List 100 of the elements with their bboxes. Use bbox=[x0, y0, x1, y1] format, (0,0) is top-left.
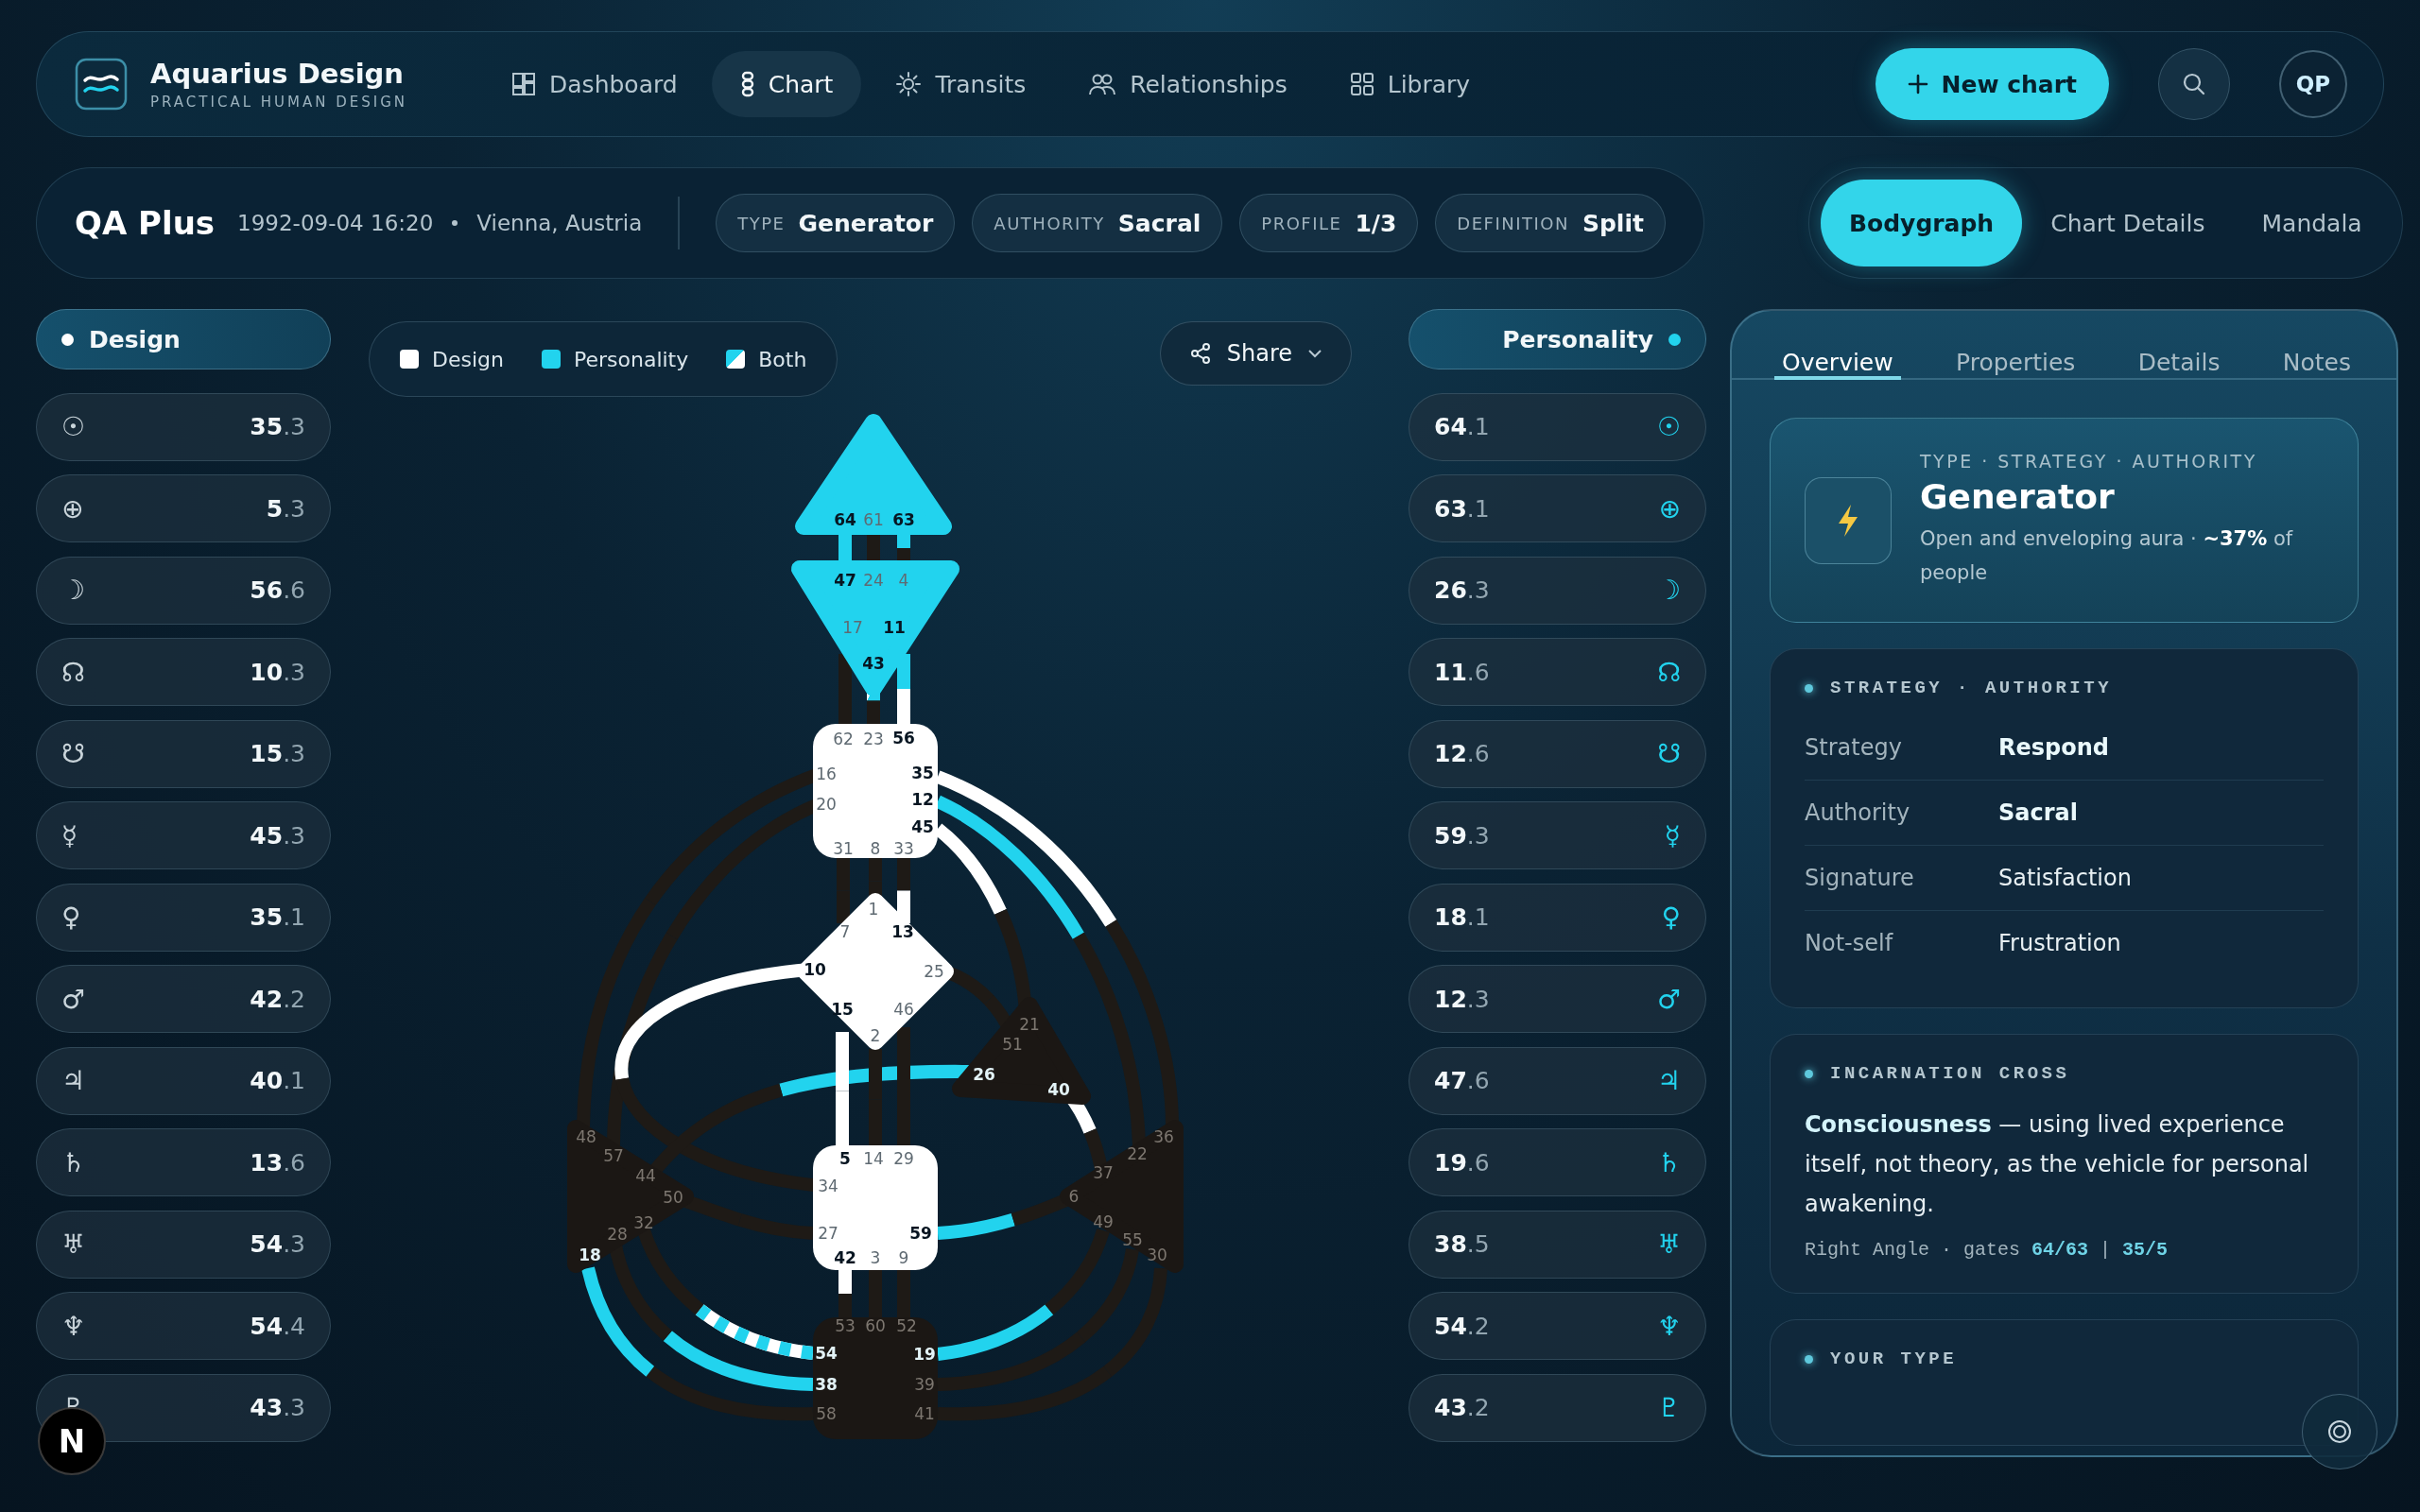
avatar-button[interactable]: QP bbox=[2279, 50, 2347, 118]
gate-number: 52 bbox=[896, 1316, 917, 1335]
legend-label: Both bbox=[758, 347, 807, 371]
gate-number: 19 bbox=[913, 1345, 936, 1364]
gate-number: 12 bbox=[911, 790, 934, 809]
share-button[interactable]: Share bbox=[1159, 321, 1352, 386]
gate-line-value: 63.1 bbox=[1434, 494, 1490, 523]
gate-number: 55 bbox=[1122, 1230, 1143, 1249]
legend-label: Personality bbox=[573, 347, 689, 371]
dashboard-icon bbox=[511, 72, 537, 96]
gate-number: 63 bbox=[892, 510, 915, 529]
column-title: Personality bbox=[1502, 325, 1653, 353]
gate-number: 57 bbox=[603, 1146, 624, 1165]
view-tab[interactable]: Chart Details bbox=[2022, 180, 2234, 266]
gate-line-value: 10.3 bbox=[250, 658, 305, 686]
chart-name: QA Plus bbox=[75, 204, 216, 242]
planet-symbol: ♄ bbox=[61, 1146, 86, 1178]
planet-symbol: ☋ bbox=[1657, 738, 1681, 769]
gate-number: 64 bbox=[834, 510, 856, 529]
card-heading: YOUR TYPE bbox=[1830, 1349, 1958, 1369]
gate-line-value: 35.3 bbox=[250, 413, 305, 440]
chip-value: 1/3 bbox=[1355, 209, 1397, 237]
chip-key: AUTHORITY bbox=[994, 213, 1105, 233]
property-label: Not-self bbox=[1805, 930, 1894, 956]
gate-line-value: 54.2 bbox=[1434, 1312, 1490, 1340]
dot-icon bbox=[61, 333, 74, 346]
swatch-icon bbox=[400, 350, 419, 369]
planet-symbol: ⊕ bbox=[61, 492, 84, 524]
panel-tab[interactable]: Properties bbox=[1948, 311, 2083, 380]
gate-number: 11 bbox=[883, 618, 906, 637]
chip-value: Generator bbox=[798, 209, 934, 237]
gate-line-value: 40.1 bbox=[250, 1067, 305, 1094]
property-label: Strategy bbox=[1805, 734, 1903, 761]
planet-symbol: ☽ bbox=[61, 575, 86, 606]
gate-number: 16 bbox=[816, 765, 837, 783]
type-eyebrow: TYPE · STRATEGY · AUTHORITY bbox=[1920, 451, 2258, 472]
gate-line-value: 56.6 bbox=[250, 576, 305, 604]
nav-tab[interactable]: Transits bbox=[867, 51, 1055, 117]
property-value: Satisfaction bbox=[1998, 865, 2132, 891]
gate-number: 20 bbox=[816, 795, 837, 814]
gate-line-value: 47.6 bbox=[1434, 1067, 1490, 1094]
planet-symbol: ♇ bbox=[1656, 1392, 1681, 1423]
gate-number: 6 bbox=[1068, 1187, 1080, 1206]
gate-number: 34 bbox=[818, 1177, 838, 1195]
gate-number: 41 bbox=[914, 1404, 935, 1423]
column-title: Design bbox=[89, 325, 181, 353]
planet-symbol: ☋ bbox=[61, 738, 85, 769]
planet-symbol: ☽ bbox=[1656, 575, 1681, 606]
gate-line-value: 43.3 bbox=[250, 1394, 305, 1421]
nav-tab[interactable]: Relationships bbox=[1060, 51, 1316, 117]
chip-value: Sacral bbox=[1117, 209, 1201, 237]
gate-number: 22 bbox=[1127, 1144, 1148, 1163]
gate-line-value: 11.6 bbox=[1434, 658, 1490, 686]
nav-tab[interactable]: Dashboard bbox=[483, 51, 706, 117]
gate-line-value: 38.5 bbox=[1434, 1230, 1490, 1258]
view-tab[interactable]: Mandala bbox=[2233, 180, 2391, 266]
gate-number: 18 bbox=[579, 1246, 601, 1264]
gate-number: 44 bbox=[635, 1166, 656, 1185]
property-value: Frustration bbox=[1998, 930, 2121, 956]
panel-tab[interactable]: Notes bbox=[2274, 311, 2359, 380]
gate-number: 14 bbox=[863, 1149, 884, 1168]
panel-tab[interactable]: Overview bbox=[1774, 311, 1901, 380]
gate-number: 37 bbox=[1093, 1163, 1114, 1182]
type-description: Open and enveloping aura · ~37% of people bbox=[1920, 526, 2294, 586]
planet-symbol: ♂ bbox=[1656, 983, 1681, 1015]
gate-number: 33 bbox=[893, 839, 914, 858]
gate-number: 35 bbox=[911, 764, 934, 782]
planet-symbol: ♃ bbox=[61, 1065, 86, 1096]
type-title: Generator bbox=[1920, 477, 2116, 516]
gate-number: 8 bbox=[870, 839, 881, 858]
gate-number: 49 bbox=[1093, 1212, 1114, 1231]
gate-line-value: 64.1 bbox=[1434, 413, 1490, 440]
new-chart-button[interactable]: New chart bbox=[1875, 48, 2109, 120]
nav-tab[interactable]: Chart bbox=[711, 51, 862, 117]
gate-line-value: 45.3 bbox=[250, 821, 305, 850]
chip-value: Split bbox=[1582, 209, 1644, 237]
planet-symbol: ♅ bbox=[61, 1228, 86, 1260]
property-value: Respond bbox=[1998, 734, 2109, 761]
gate-line-value: 18.1 bbox=[1434, 903, 1490, 931]
gate-number: 39 bbox=[914, 1375, 935, 1394]
gate-number: 48 bbox=[576, 1127, 596, 1146]
property-label: Authority bbox=[1805, 799, 1911, 826]
gate-number: 40 bbox=[1047, 1080, 1070, 1099]
gate-number: 38 bbox=[815, 1375, 838, 1394]
planet-symbol: ☉ bbox=[61, 411, 86, 442]
people-icon bbox=[1088, 72, 1117, 96]
gate-number: 46 bbox=[893, 1000, 914, 1019]
planet-symbol: ☿ bbox=[1664, 819, 1681, 851]
gate-line-value: 35.1 bbox=[250, 903, 305, 931]
view-tab[interactable]: Bodygraph bbox=[1820, 180, 2023, 266]
panel-tab[interactable]: Details bbox=[2130, 311, 2228, 380]
gate-number: 56 bbox=[892, 729, 915, 747]
gate-number: 2 bbox=[870, 1026, 881, 1045]
nav-tab[interactable]: Library bbox=[1321, 51, 1499, 117]
gate-line-value: 59.3 bbox=[1434, 821, 1490, 850]
plus-icon bbox=[1907, 74, 1928, 94]
birth-date: 1992-09-04 16:20 bbox=[237, 211, 434, 235]
gate-number: 62 bbox=[833, 730, 854, 748]
dot-icon bbox=[1805, 1069, 1813, 1078]
dev-tools-button[interactable]: N bbox=[38, 1407, 106, 1475]
